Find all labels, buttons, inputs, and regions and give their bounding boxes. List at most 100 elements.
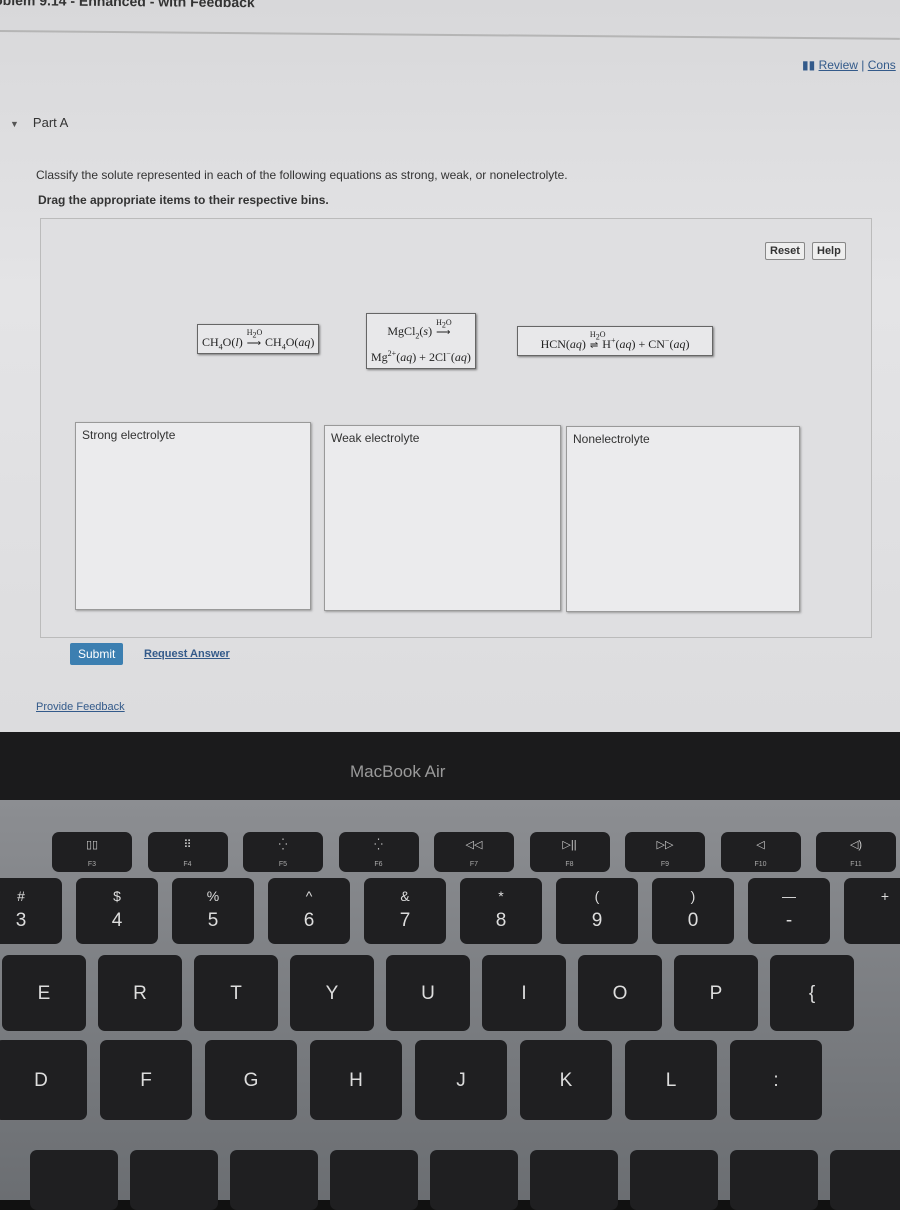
letter-key[interactable]: O (578, 955, 662, 1031)
key-label: F9 (660, 861, 670, 868)
letter-key[interactable]: { (770, 955, 854, 1031)
function-key[interactable]: ◁◁ F7 (434, 832, 514, 872)
function-key[interactable]: ▷|| F8 (529, 832, 610, 872)
key-label: J (456, 1070, 466, 1091)
letter-key[interactable]: R (98, 955, 182, 1031)
letter-key[interactable]: J (415, 1040, 507, 1120)
letter-key[interactable]: H (310, 1040, 402, 1120)
question-text: Classify the solute represented in each … (36, 168, 568, 182)
letter-key[interactable]: G (205, 1040, 297, 1120)
draggable-item-ch4o[interactable]: CH4O(l) H2O ⟶ CH4O(aq) (197, 324, 320, 354)
key-symbol: * (498, 888, 504, 904)
key-label: D (34, 1070, 48, 1091)
function-key-icon: ▷▷ (656, 839, 674, 851)
number-key[interactable]: & 7 (364, 878, 446, 944)
bottom-row-key[interactable] (630, 1150, 718, 1210)
help-button[interactable]: Help (812, 242, 846, 260)
bottom-row-key[interactable] (530, 1150, 618, 1210)
key-label: F4 (183, 861, 192, 868)
constants-link[interactable]: Cons (868, 58, 896, 72)
key-label: 3 (15, 910, 27, 931)
laptop-brand-label: MacBook Air (350, 762, 446, 781)
key-label: 6 (303, 910, 315, 931)
function-key[interactable]: ▯▯ F3 (52, 832, 132, 872)
function-key[interactable]: ◁ F10 (720, 832, 801, 872)
letter-key[interactable]: : (730, 1040, 822, 1120)
function-key[interactable]: ⁛ F5 (243, 832, 323, 872)
bin-strong-electrolyte[interactable]: Strong electrolyte (75, 422, 311, 610)
key-label: O (612, 983, 628, 1004)
number-key[interactable]: % 5 (172, 878, 254, 944)
number-key[interactable]: * 8 (460, 878, 542, 944)
screen-bezel (0, 732, 900, 800)
title-bar: oblem 9.14 - Enhanced - with Feedback (0, 0, 900, 40)
key-label: Y (325, 983, 339, 1004)
function-key-icon: ⁛ (278, 839, 288, 851)
letter-key[interactable]: U (386, 955, 470, 1031)
key-symbol: ^ (305, 888, 313, 904)
key-label: L (665, 1070, 677, 1091)
review-link[interactable]: Review (819, 58, 858, 72)
bottom-row-key[interactable] (830, 1150, 900, 1210)
function-key[interactable]: ⁛ F6 (338, 832, 419, 872)
number-key[interactable]: ) 0 (652, 878, 734, 944)
review-links: ▮▮ Review | Cons (802, 58, 896, 72)
letter-key[interactable]: I (482, 955, 566, 1031)
key-label: U (421, 983, 435, 1004)
number-key[interactable]: ^ 6 (268, 878, 350, 944)
draggable-item-hcn[interactable]: HCN(aq) H2O ⇌ H+(aq) + CN−(aq) (517, 326, 713, 356)
bin-label: Strong electrolyte (82, 428, 176, 442)
provide-feedback-link[interactable]: Provide Feedback (36, 701, 125, 713)
reaction-arrow-icon: H2O ⟶ (246, 328, 263, 349)
draggable-item-mgcl2[interactable]: MgCl2(s) H2O ⟶ Mg2+(aq) + 2Cl−(aq) (366, 313, 476, 369)
key-symbol: & (400, 888, 410, 904)
key-label: F7 (469, 861, 479, 868)
key-label: { (808, 983, 816, 1004)
bin-nonelectrolyte[interactable]: Nonelectrolyte (566, 426, 800, 612)
key-label: R (133, 983, 147, 1004)
bottom-row-key[interactable] (230, 1150, 318, 1210)
letter-key[interactable]: E (2, 955, 86, 1031)
key-label: F6 (374, 861, 383, 868)
bottom-row-key[interactable] (730, 1150, 818, 1210)
bottom-row-key[interactable] (130, 1150, 218, 1210)
letter-key[interactable]: L (625, 1040, 717, 1120)
key-label: G (243, 1070, 259, 1091)
request-answer-link[interactable]: Request Answer (144, 648, 230, 660)
instruction-text: Drag the appropriate items to their resp… (38, 193, 329, 207)
page-title: oblem 9.14 - Enhanced - with Feedback (0, 0, 255, 11)
part-label: Part A (32, 115, 69, 130)
number-key[interactable]: (9 (556, 878, 638, 944)
reset-button[interactable]: Reset (765, 242, 805, 260)
function-key[interactable]: ◁) F11 (816, 832, 896, 872)
key-symbol: # (17, 888, 25, 904)
number-key[interactable]: $4 (76, 878, 158, 944)
bottom-row-key[interactable] (430, 1150, 518, 1210)
key-symbol: ( (594, 888, 600, 904)
submit-button[interactable]: Submit (70, 643, 124, 665)
letter-key[interactable]: D (0, 1040, 87, 1120)
key-label: H (349, 1070, 363, 1091)
function-key[interactable]: ▷▷ F9 (625, 832, 705, 872)
bottom-row-key[interactable] (330, 1150, 418, 1210)
key-label: F10 (754, 861, 767, 868)
collapse-triangle-icon: ▼ (10, 119, 19, 129)
letter-key[interactable]: F (100, 1040, 192, 1120)
key-label: F5 (278, 861, 288, 868)
part-a-toggle[interactable]: ▼ Part A (10, 115, 68, 130)
letter-key[interactable]: Y (290, 955, 374, 1031)
letter-key[interactable]: K (520, 1040, 612, 1120)
number-key[interactable]: + (844, 878, 900, 944)
bin-label: Weak electrolyte (331, 431, 420, 445)
key-symbol: % (206, 888, 220, 904)
bottom-row-key[interactable] (30, 1150, 118, 1210)
letter-key[interactable]: P (674, 955, 758, 1031)
number-key[interactable]: — - (748, 878, 830, 944)
function-key[interactable]: ⠿ F4 (147, 832, 228, 872)
function-key-icon: ◁ (756, 839, 765, 851)
number-key[interactable]: #3 (0, 878, 62, 944)
bin-weak-electrolyte[interactable]: Weak electrolyte (324, 425, 561, 611)
key-label: 0 (687, 910, 699, 931)
letter-key[interactable]: T (194, 955, 278, 1031)
review-icon: ▮▮ (802, 58, 816, 72)
